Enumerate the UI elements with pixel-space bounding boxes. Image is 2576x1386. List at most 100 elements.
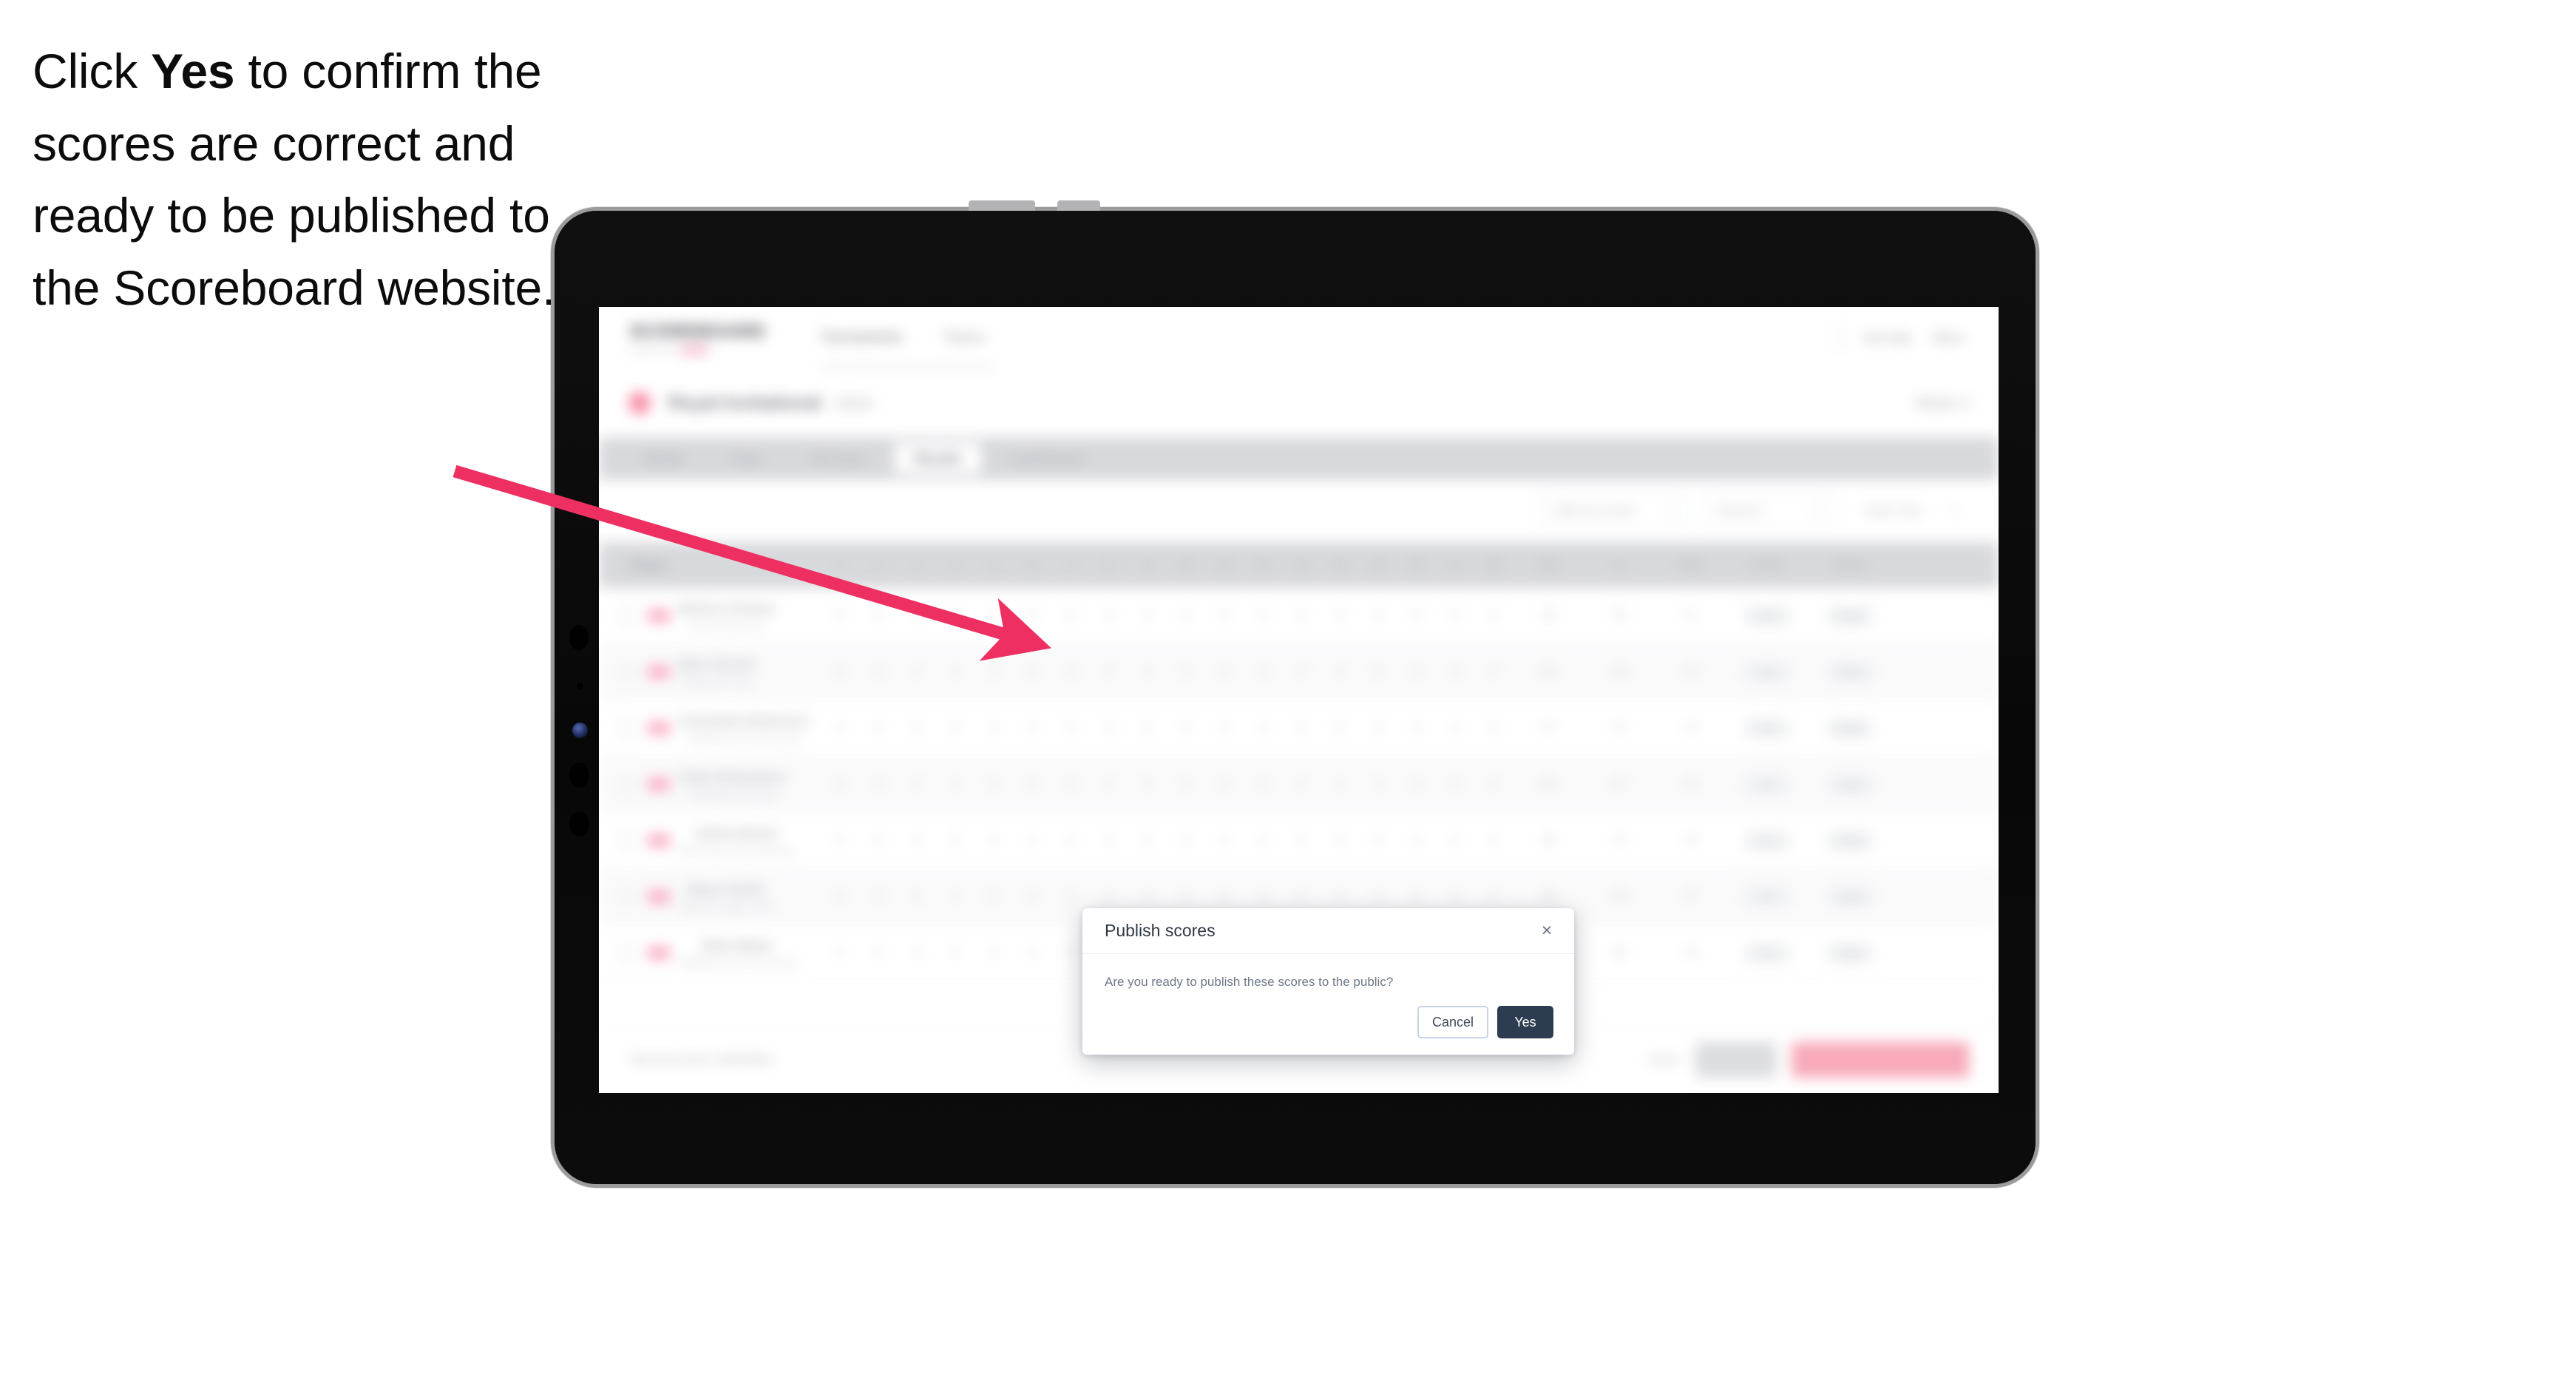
nav-item-teams[interactable]: Teams <box>943 330 985 346</box>
hole-score-cell[interactable]: 4 <box>1244 890 1282 904</box>
hole-score-cell[interactable]: 5 <box>1013 666 1051 679</box>
hole-score-cell[interactable]: 4 <box>1436 666 1474 679</box>
hole-score-cell[interactable]: 4 <box>1090 609 1128 623</box>
hole-score-cell[interactable]: 5 <box>1013 947 1051 960</box>
hole-score-cell[interactable]: 5 <box>1244 778 1282 791</box>
cancel-button[interactable]: Cancel <box>1417 1006 1488 1038</box>
tab-leaderboard[interactable]: Leaderboard <box>990 443 1104 474</box>
hole-score-cell[interactable]: 4 <box>898 834 936 848</box>
hole-score-cell[interactable]: 4 <box>1167 778 1205 791</box>
hole-score-cell[interactable]: 4 <box>1397 722 1436 735</box>
hole-score-cell[interactable]: 4 <box>936 666 975 679</box>
hole-score-cell[interactable]: 5 <box>859 947 898 960</box>
hole-score-cell[interactable]: 3 <box>1321 666 1359 679</box>
table-row[interactable]: Melissa Thomas Rivers Golf Club 4 5 4 3 4 5 4 4 3 4… <box>599 588 1999 644</box>
nav-item-tournaments[interactable]: Tournaments <box>821 330 902 346</box>
hole-score-cell[interactable]: 5 <box>821 834 859 848</box>
hole-score-cell[interactable]: 5 <box>936 834 975 848</box>
hole-score-cell[interactable]: 4 <box>898 947 936 960</box>
hole-score-cell[interactable]: 4 <box>1282 722 1321 735</box>
hole-score-cell[interactable]: 4 <box>975 722 1013 735</box>
tab-details[interactable]: Details <box>624 443 703 474</box>
hole-score-cell[interactable]: 4 <box>1321 890 1359 904</box>
hole-score-cell[interactable]: 4 <box>1282 666 1321 679</box>
hole-score-cell[interactable]: 4 <box>1474 609 1513 623</box>
hole-score-cell[interactable]: 4 <box>1244 666 1282 679</box>
hole-score-cell[interactable]: 4 <box>975 834 1013 848</box>
hole-score-cell[interactable]: 4 <box>1282 834 1321 848</box>
hole-score-cell[interactable]: 4 <box>1205 666 1244 679</box>
tab-tee-times[interactable]: Tee times <box>790 443 886 474</box>
tab-results[interactable]: Results <box>895 443 982 474</box>
hole-score-cell[interactable]: 3 <box>1090 834 1128 848</box>
row-checkbox[interactable] <box>618 776 634 793</box>
row-checkbox[interactable] <box>618 720 634 737</box>
hole-score-cell[interactable]: 4 <box>975 609 1013 623</box>
hole-score-cell[interactable]: 4 <box>1051 834 1090 848</box>
hole-score-cell[interactable]: 4 <box>1013 722 1051 735</box>
hole-score-cell[interactable]: 5 <box>1205 834 1244 848</box>
row-checkbox[interactable] <box>618 832 634 849</box>
hole-score-cell[interactable]: 4 <box>1128 666 1167 679</box>
hole-score-cell[interactable]: 5 <box>1128 778 1167 791</box>
hole-score-cell[interactable]: 5 <box>1321 722 1359 735</box>
hole-score-cell[interactable]: 4 <box>1436 834 1474 848</box>
hole-score-cell[interactable]: 5 <box>1359 666 1397 679</box>
filter-round-number-select[interactable]: Round 1 ▾ <box>1703 493 1834 530</box>
hole-score-cell[interactable]: 4 <box>1436 890 1474 904</box>
table-row[interactable]: Ellen Parnell Sandy Hill Links 5 4 4 4 3 5 4 5 4 4 4… <box>599 644 1999 700</box>
hole-score-cell[interactable]: 5 <box>1167 890 1205 904</box>
tab-draw[interactable]: Draw <box>712 443 782 474</box>
hole-score-cell[interactable]: 3 <box>1282 609 1321 623</box>
hole-score-cell[interactable]: 4 <box>936 947 975 960</box>
yes-button[interactable]: Yes <box>1497 1006 1553 1038</box>
hole-score-cell[interactable]: 5 <box>859 609 898 623</box>
hole-score-cell[interactable]: 5 <box>1128 834 1167 848</box>
hole-score-cell[interactable]: 4 <box>859 834 898 848</box>
hole-score-cell[interactable]: 4 <box>821 890 859 904</box>
hole-score-cell[interactable]: 4 <box>1090 890 1128 904</box>
hole-score-cell[interactable]: 4 <box>898 778 936 791</box>
app-logo[interactable]: SCOREBOARD powered by <box>630 322 770 355</box>
save-button[interactable] <box>1695 1041 1777 1078</box>
hole-score-cell[interactable]: 4 <box>1128 890 1167 904</box>
hole-score-cell[interactable]: 4 <box>975 947 1013 960</box>
hole-score-cell[interactable]: 5 <box>898 722 936 735</box>
hole-score-cell[interactable]: 4 <box>1474 778 1513 791</box>
nav-item-menu[interactable]: Menu <box>1933 331 1965 345</box>
hole-score-cell[interactable]: 4 <box>1167 609 1205 623</box>
filter-round-select[interactable]: Filter by round ▾ <box>1539 493 1687 530</box>
hole-score-cell[interactable]: 4 <box>975 778 1013 791</box>
hole-score-cell[interactable]: 4 <box>1321 609 1359 623</box>
hole-score-cell[interactable]: 4 <box>1013 834 1051 848</box>
hole-score-cell[interactable]: 5 <box>1090 666 1128 679</box>
hole-score-cell[interactable]: 4 <box>1474 834 1513 848</box>
hole-score-cell[interactable]: 3 <box>1436 722 1474 735</box>
hole-score-cell[interactable]: 4 <box>1359 722 1397 735</box>
hole-score-cell[interactable]: 4 <box>1474 666 1513 679</box>
hole-score-cell[interactable]: 3 <box>936 722 975 735</box>
hole-score-cell[interactable]: 4 <box>1359 890 1397 904</box>
hole-score-cell[interactable]: 5 <box>1359 834 1397 848</box>
hole-score-cell[interactable]: 3 <box>1128 609 1167 623</box>
hole-score-cell[interactable]: 4 <box>821 609 859 623</box>
hole-score-cell[interactable]: 4 <box>1167 834 1205 848</box>
hole-score-cell[interactable]: 4 <box>1205 778 1244 791</box>
hole-score-cell[interactable]: 4 <box>936 890 975 904</box>
hole-score-cell[interactable]: 3 <box>936 609 975 623</box>
hole-score-cell[interactable]: 4 <box>1397 666 1436 679</box>
hole-score-cell[interactable]: 4 <box>1397 890 1436 904</box>
hole-score-cell[interactable]: 3 <box>1359 778 1397 791</box>
hole-score-cell[interactable]: 4 <box>1051 890 1090 904</box>
hole-score-cell[interactable]: 5 <box>975 890 1013 904</box>
hole-score-cell[interactable]: 5 <box>1013 609 1051 623</box>
hole-score-cell[interactable]: 4 <box>898 609 936 623</box>
hole-score-cell[interactable]: 5 <box>1051 722 1090 735</box>
hole-score-cell[interactable]: 4 <box>1205 722 1244 735</box>
hole-score-cell[interactable]: 4 <box>1013 890 1051 904</box>
hole-score-cell[interactable]: 5 <box>1013 778 1051 791</box>
hole-score-cell[interactable]: 4 <box>898 666 936 679</box>
hole-score-cell[interactable]: 4 <box>1244 834 1282 848</box>
hole-score-cell[interactable]: 4 <box>1359 609 1397 623</box>
hole-score-cell[interactable]: 5 <box>1282 890 1321 904</box>
